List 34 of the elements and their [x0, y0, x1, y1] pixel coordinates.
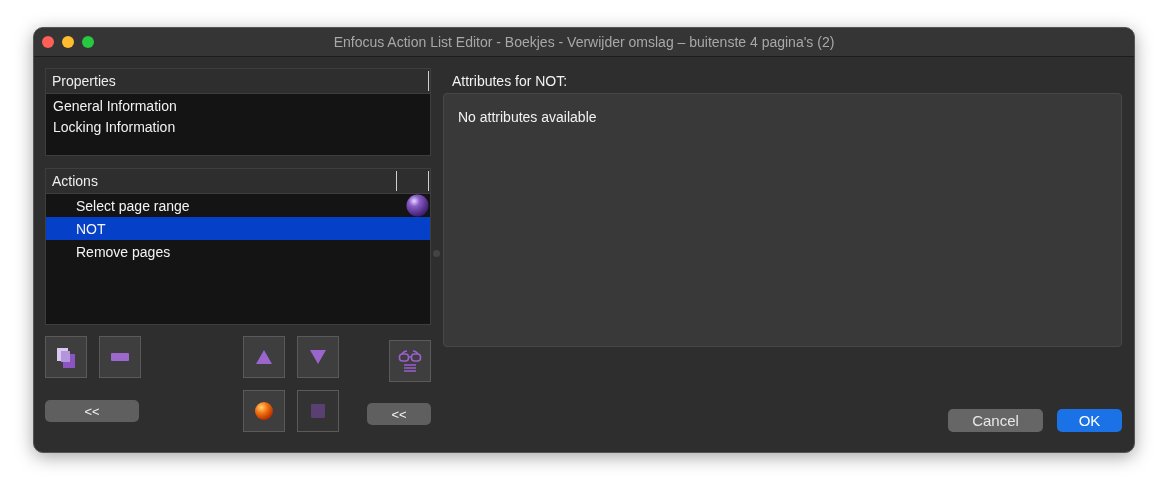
cancel-button[interactable]: Cancel — [948, 409, 1043, 432]
down-triangle-icon — [310, 350, 326, 364]
remove-button[interactable] — [99, 336, 141, 378]
move-up-button[interactable] — [243, 336, 285, 378]
pages-icon — [55, 345, 77, 369]
action-item[interactable]: Select page range — [46, 194, 430, 217]
minus-icon — [111, 353, 129, 361]
column-header: Properties — [51, 73, 117, 89]
collapse-button[interactable]: << — [45, 400, 139, 422]
glasses-icon — [398, 349, 422, 373]
stop-button[interactable] — [297, 390, 339, 432]
property-item[interactable]: Locking Information — [46, 117, 430, 138]
collapse-button[interactable]: << — [367, 403, 431, 425]
action-label: NOT — [76, 220, 106, 237]
view-button[interactable] — [389, 340, 431, 382]
property-item[interactable]: General Information — [46, 96, 430, 117]
column-header: Actions — [51, 173, 99, 189]
run-button[interactable] — [243, 390, 285, 432]
ok-button[interactable]: OK — [1057, 409, 1122, 432]
action-label: Select page range — [76, 197, 190, 214]
zoom-button[interactable] — [82, 36, 94, 48]
window-title: Enfocus Action List Editor - Boekjes - Verwijder omslag – buitenste 4 pagina's (2) — [333, 34, 835, 50]
ball-icon — [255, 402, 273, 420]
attributes-heading: Attributes for NOT: — [451, 72, 569, 91]
empty-message: No attributes available — [458, 109, 597, 125]
square-icon — [311, 404, 325, 418]
action-item[interactable]: NOT — [46, 217, 430, 240]
up-triangle-icon — [256, 350, 272, 364]
move-down-button[interactable] — [297, 336, 339, 378]
close-button[interactable] — [42, 36, 54, 48]
minimize-button[interactable] — [62, 36, 74, 48]
action-label: Remove pages — [76, 243, 171, 260]
action-item[interactable]: Remove pages — [46, 240, 430, 263]
duplicate-button[interactable] — [45, 336, 87, 378]
